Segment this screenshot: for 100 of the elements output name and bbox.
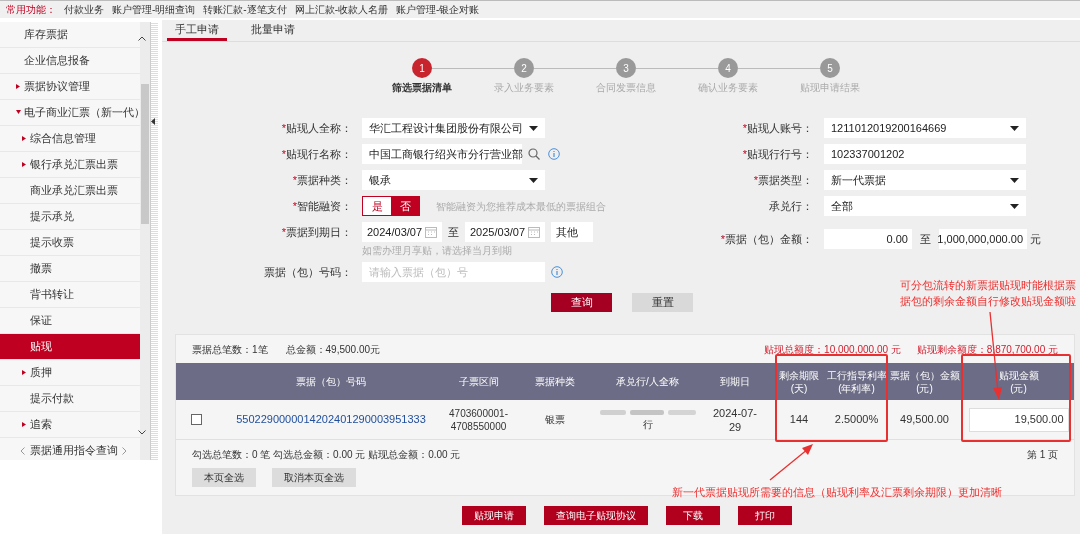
amount-field[interactable]: 1,000,000,000.00 [939,229,1027,249]
column-header: 票据种类 [533,375,576,389]
select-page-button[interactable]: 本页全选 [192,468,256,487]
shortcut-link[interactable]: 转账汇款-逐笔支付 [203,2,287,17]
select-field[interactable]: 银承 [362,170,545,190]
input-field[interactable]: 102337001202 [824,144,1026,164]
annotation-text: 可分包流转的新票据贴现时能根据票据包的剩余金额自行修改贴现金额啦 [900,278,1076,309]
tab[interactable]: 批量申请 [243,20,303,41]
unit-label: 元 [1030,231,1041,247]
annotation-arrow [768,443,814,481]
sidebar-item[interactable]: 贴现 [0,334,140,360]
field-label: 贴现行行号： [747,146,813,162]
table-cell-text: 49,500.00 [899,412,950,428]
sidebar-item[interactable]: 质押 [0,360,140,386]
chevron-right-icon[interactable] [122,447,127,455]
discount-amount-field[interactable]: 19,500.00 [968,407,1069,432]
field-label: 票据到期日： [286,224,352,240]
select-page-button[interactable]: 取消本页全选 [272,468,356,487]
step-label: 合同发票信息 [596,81,656,95]
select-field[interactable]: 全部 [824,196,1026,216]
calendar-icon[interactable] [425,226,437,238]
shortcut-link[interactable]: 付款业务 [64,2,104,17]
bill-number-link[interactable]: 5502290000014202401290003951333 [216,411,446,428]
step-number: 5 [820,58,840,78]
collapse-arrow-icon[interactable] [151,118,155,125]
column-header: 剩余期限 (天) [778,368,820,396]
action-button[interactable]: 打印 [738,506,792,525]
required-mark: * [753,172,758,188]
shortcut-link[interactable]: 账户管理-明细查询 [112,2,196,17]
range-separator: 至 [920,231,931,247]
sidebar-item[interactable]: 电子商业汇票（新一代） [0,100,140,126]
table-cell-text: 2024-07-29 [711,405,758,434]
select-field[interactable]: 1211012019200164669 [824,118,1026,138]
select-field[interactable]: 新一代票据 [824,170,1026,190]
collapsed-triangle-icon [16,84,21,89]
row-checkbox[interactable] [190,414,202,425]
toggle-option[interactable]: 否 [391,197,419,215]
step-label: 确认业务要素 [698,81,758,95]
sidebar-item[interactable]: 撤票 [0,256,140,282]
chevron-down-icon[interactable] [138,430,146,435]
column-header: 到期日 [719,375,751,389]
sidebar-item[interactable]: 提示承兑 [0,204,140,230]
scrollbar[interactable] [140,22,150,460]
sidebar-item[interactable]: 银行承兑汇票出票 [0,152,140,178]
annotation-text: 新一代票据贴现所需要的信息（贴现利率及汇票剩余期限）更加清晰 [672,485,1002,500]
chevron-up-icon[interactable] [138,36,146,41]
sidebar-item[interactable]: 企业信息报备 [0,48,140,74]
shortcut-link[interactable]: 账户管理-银企对账 [396,2,480,17]
dropdown-caret-icon [1010,177,1019,183]
action-button[interactable]: 贴现申请 [462,506,526,525]
date-field[interactable]: 2024/03/07 [362,222,442,242]
info-icon[interactable] [551,266,563,278]
amount-field[interactable]: 0.00 [824,229,912,249]
info-icon[interactable] [548,148,560,160]
required-mark: * [742,120,747,136]
dropdown-caret-icon [1010,203,1019,209]
search-icon[interactable] [528,148,540,160]
field-label: 票据（包）金额： [725,231,813,247]
step-label: 筛选票据清单 [392,81,452,95]
field-label: 票据（包）号码： [264,264,352,280]
select-field[interactable]: 华汇工程设计集团股份有限公司 [362,118,545,138]
page-indicator: 第 1 页 [1026,447,1058,462]
sidebar-item[interactable]: 背书转让 [0,282,140,308]
sidebar-item[interactable]: 提示付款 [0,386,140,412]
action-button[interactable]: 下载 [666,506,720,525]
table-cell-text: 2.5000% [833,412,880,428]
sidebar-item[interactable]: 保证 [0,308,140,334]
sidebar-item[interactable]: 票据通用指令查询 [0,438,140,460]
sidebar-item[interactable]: 商业承兑汇票出票 [0,178,140,204]
required-mark: * [742,146,747,162]
field-label: 票据种类： [297,172,352,188]
sidebar-item[interactable]: 提示收票 [0,230,140,256]
sidebar-item[interactable]: 库存票据 [0,22,140,48]
calendar-icon[interactable] [528,226,540,238]
dropdown-caret-icon [529,125,538,131]
shortcut-link[interactable]: 网上汇款-收款人名册 [294,2,389,17]
field-label: 智能融资： [297,198,352,214]
sidebar-item[interactable]: 追索 [0,412,140,438]
step-number: 4 [718,58,738,78]
discount-quota: 贴现总额度：10,000,000.00 元 [764,342,901,357]
total-count: 票据总笔数：1笔 [192,342,268,357]
sidebar-item[interactable]: 票据协议管理 [0,74,140,100]
search-field[interactable]: 中国工商银行绍兴市分行营业部 [362,144,522,164]
range-separator: 至 [448,224,459,240]
action-button[interactable]: 查询电子贴现协议 [544,506,648,525]
total-amount: 总金额：49,500.00元 [285,342,381,357]
tab[interactable]: 手工申请 [167,20,227,41]
column-header: 贴现金额 (元) [997,368,1040,396]
search-button[interactable]: 查询 [551,293,612,312]
dropdown-caret-icon [1010,125,1019,131]
sidebar-item[interactable]: 综合信息管理 [0,126,140,152]
reset-button[interactable]: 重置 [632,293,693,312]
dropdown-caret-icon [529,177,538,183]
collapsed-triangle-icon [22,370,27,375]
other-button[interactable]: 其他 [551,222,593,242]
field-label: 贴现人账号： [747,120,813,136]
date-field[interactable]: 2025/03/07 [465,222,545,242]
toggle-option[interactable]: 是 [363,197,391,215]
chevron-left-icon[interactable] [20,447,25,455]
column-header: 工行指导利率 (年利率) [825,368,888,396]
